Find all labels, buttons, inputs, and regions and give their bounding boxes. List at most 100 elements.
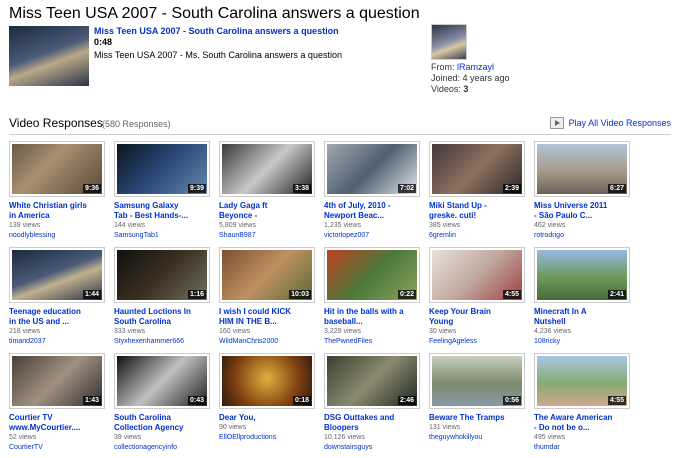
- video-card[interactable]: 0:43 South Carolina Collection Agency 39 vi…: [114, 353, 214, 453]
- video-user-link[interactable]: downstairsguys: [324, 443, 424, 453]
- video-thumbnail[interactable]: 4:55: [429, 247, 525, 303]
- video-title-line2: greske. cuti!: [429, 211, 477, 220]
- video-thumbnail[interactable]: 3:38: [219, 141, 315, 197]
- video-title-line2: Bloopers: [324, 423, 359, 432]
- video-card[interactable]: 1:16 Haunted Loctions In South Carolina 333…: [114, 247, 214, 347]
- video-card[interactable]: 0:22 Hit in the balls with a baseball... 3,…: [324, 247, 424, 347]
- videos-label: Videos:: [431, 84, 464, 94]
- video-thumbnail[interactable]: 2:41: [534, 247, 630, 303]
- video-card[interactable]: 9:39 Samsung Galaxy Tab - Best Hands-... 14…: [114, 141, 214, 241]
- video-title-link[interactable]: Lady Gaga ft Beyonce -: [219, 201, 319, 221]
- video-card[interactable]: 1:43 Courtier TV www.MyCourtier.... 52 view…: [9, 353, 109, 453]
- video-card[interactable]: 4:55 The Aware American - Do not be o... 49…: [534, 353, 634, 453]
- video-title-link[interactable]: Dear You,: [219, 413, 319, 423]
- video-title-link[interactable]: White Christian girls in America: [9, 201, 109, 221]
- video-card[interactable]: 3:38 Lady Gaga ft Beyonce -5,809 views Shau…: [219, 141, 319, 241]
- video-title-link[interactable]: Keep Your Brain Young: [429, 307, 529, 327]
- video-card[interactable]: 9:36 White Christian girls in America 139 v…: [9, 141, 109, 241]
- video-views: 385 views: [429, 222, 461, 229]
- video-title-link[interactable]: Minecraft In A Nutshell: [534, 307, 634, 327]
- video-card[interactable]: 0:18 Dear You, 90 views EllOEllproductions: [219, 353, 319, 443]
- video-title-link[interactable]: Miss Universe 2011- São Paulo C...: [534, 201, 634, 221]
- video-title-link[interactable]: Samsung Galaxy Tab - Best Hands-...: [114, 201, 214, 221]
- video-card[interactable]: 0:56 Beware The Tramps 131 views theguywhok…: [429, 353, 529, 443]
- video-title-link[interactable]: South Carolina Collection Agency: [114, 413, 214, 433]
- video-duration: 9:36: [82, 184, 101, 193]
- video-title-link[interactable]: Miki Stand Up - greske. cuti!: [429, 201, 529, 221]
- video-user-link[interactable]: Styxhexenhammer666: [114, 337, 214, 347]
- video-thumbnail[interactable]: 0:22: [324, 247, 420, 303]
- video-user-link[interactable]: theguywhokillyou: [429, 433, 529, 443]
- video-title-link[interactable]: Courtier TV www.MyCourtier....: [9, 413, 109, 433]
- video-user-link[interactable]: EllOEllproductions: [219, 433, 319, 443]
- video-thumbnail[interactable]: 9:39: [114, 141, 210, 197]
- video-views: 333 views: [114, 328, 146, 335]
- play-icon: [549, 117, 564, 129]
- video-thumbnail[interactable]: 0:18: [219, 353, 315, 409]
- video-thumbnail[interactable]: 0:56: [429, 353, 525, 409]
- video-title-line1: Miss Universe 2011: [534, 201, 608, 210]
- video-user-link[interactable]: FeelingAgeless: [429, 337, 529, 347]
- play-all-label: Play All Video Responses: [568, 118, 671, 128]
- responses-count: (580 Responses): [102, 119, 171, 129]
- video-user-link[interactable]: WildManChris2000: [219, 337, 319, 347]
- video-thumbnail[interactable]: 7:02: [324, 141, 420, 197]
- video-thumbnail[interactable]: 1:43: [9, 353, 105, 409]
- video-user-link[interactable]: CourtierTV: [9, 443, 109, 453]
- video-title-line2: in the US and ...: [9, 317, 70, 326]
- video-views: 139 views: [9, 222, 41, 229]
- video-thumbnail[interactable]: 4:55: [534, 353, 630, 409]
- video-thumbnail[interactable]: 0:43: [114, 353, 210, 409]
- video-card[interactable]: 10:03 I wish I could KICK HIM IN THE B... 1…: [219, 247, 319, 347]
- video-card[interactable]: 2:39 Miki Stand Up - greske. cuti! 385 view…: [429, 141, 529, 241]
- video-user-link[interactable]: timand2037: [9, 337, 109, 347]
- video-user-link[interactable]: rotrodrigo: [534, 231, 634, 241]
- video-title-line1: Lady Gaga ft: [219, 201, 268, 210]
- video-title-line2: Collection Agency: [114, 423, 184, 432]
- video-thumbnail[interactable]: 1:16: [114, 247, 210, 303]
- video-title-link[interactable]: DSG Outtakes and Bloopers: [324, 413, 424, 433]
- video-card[interactable]: 2:41 Minecraft In A Nutshell 4,236 views 108…: [534, 247, 634, 347]
- video-user-link[interactable]: victorlopez007: [324, 231, 424, 241]
- video-thumbnail[interactable]: 2:39: [429, 141, 525, 197]
- video-user-link[interactable]: thumdar: [534, 443, 634, 453]
- original-video-thumbnail[interactable]: [9, 26, 89, 86]
- video-thumbnail[interactable]: 2:46: [324, 353, 420, 409]
- video-card[interactable]: 2:46 DSG Outtakes and Bloopers 10,126 views…: [324, 353, 424, 453]
- original-video-link[interactable]: Miss Teen USA 2007 - South Carolina answ…: [94, 26, 424, 37]
- video-card[interactable]: 6:27 Miss Universe 2011- São Paulo C... 46…: [534, 141, 634, 241]
- video-title-link[interactable]: Teenage education in the US and ...: [9, 307, 109, 327]
- video-card[interactable]: 4:55 Keep Your Brain Young 30 views FeelingA…: [429, 247, 529, 347]
- video-title-line2: - São Paulo C...: [534, 211, 593, 220]
- video-duration: 4:55: [502, 290, 521, 299]
- video-user-link[interactable]: ShaunB987: [219, 231, 319, 241]
- uploader-avatar[interactable]: [431, 24, 467, 60]
- video-title-link[interactable]: I wish I could KICK HIM IN THE B...: [219, 307, 319, 327]
- video-thumbnail[interactable]: 9:36: [9, 141, 105, 197]
- video-user-link[interactable]: ThePwnedFiles: [324, 337, 424, 347]
- uploader-name-link[interactable]: lRamzayl: [457, 62, 494, 72]
- video-responses-title: Video Responses: [9, 116, 103, 130]
- video-thumbnail[interactable]: 6:27: [534, 141, 630, 197]
- video-title-line2: Young: [429, 317, 454, 326]
- video-views: 5,809 views: [219, 222, 256, 229]
- video-user-link[interactable]: collectionagencyinfo: [114, 443, 214, 453]
- video-title-link[interactable]: Hit in the balls with a baseball...: [324, 307, 424, 327]
- video-card[interactable]: 1:44 Teenage education in the US and ... 21…: [9, 247, 109, 347]
- video-user-link[interactable]: 108ricky: [534, 337, 634, 347]
- video-title-link[interactable]: Beware The Tramps: [429, 413, 529, 423]
- video-duration: 0:22: [397, 290, 416, 299]
- video-responses-header: Video Responses (580 Responses) Play All…: [9, 116, 671, 135]
- video-thumbnail[interactable]: 10:03: [219, 247, 315, 303]
- video-title-line1: Courtier TV: [9, 413, 53, 422]
- video-card[interactable]: 7:02 4th of July, 2010 - Newport Beac... 1,…: [324, 141, 424, 241]
- video-thumbnail[interactable]: 1:44: [9, 247, 105, 303]
- video-user-link[interactable]: noodlyblessing: [9, 231, 109, 241]
- video-user-link[interactable]: SamsungTab1: [114, 231, 214, 241]
- video-user-link[interactable]: 6gremlin: [429, 231, 529, 241]
- video-duration: 6:27: [607, 184, 626, 193]
- play-all-button[interactable]: Play All Video Responses: [549, 117, 671, 129]
- video-title-link[interactable]: 4th of July, 2010 - Newport Beac...: [324, 201, 424, 221]
- video-title-link[interactable]: The Aware American - Do not be o...: [534, 413, 634, 433]
- video-title-link[interactable]: Haunted Loctions In South Carolina: [114, 307, 214, 327]
